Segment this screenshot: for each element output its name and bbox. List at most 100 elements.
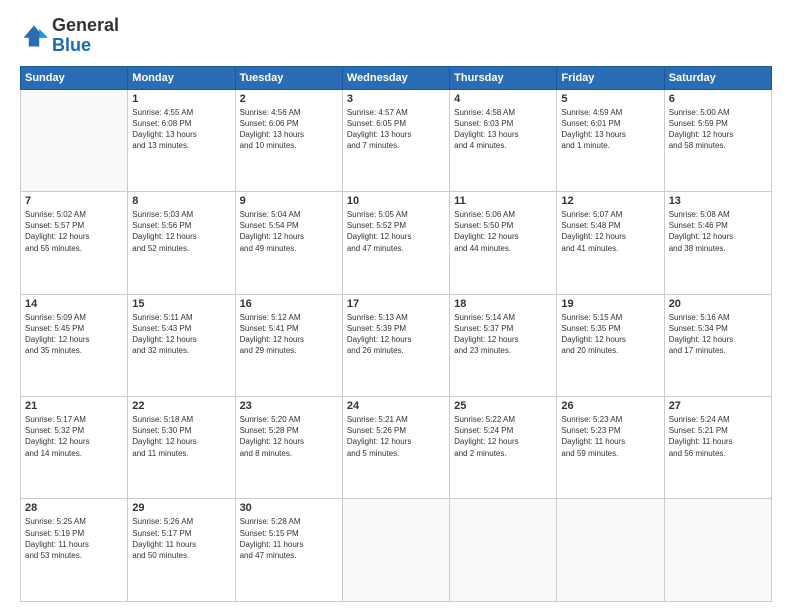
day-number: 8	[132, 195, 230, 207]
day-info: Sunrise: 5:21 AM Sunset: 5:26 PM Dayligh…	[347, 414, 445, 459]
day-number: 15	[132, 298, 230, 310]
day-number: 22	[132, 400, 230, 412]
day-info: Sunrise: 4:56 AM Sunset: 6:06 PM Dayligh…	[240, 107, 338, 152]
page: General Blue SundayMondayTuesdayWednesda…	[0, 0, 792, 612]
day-info: Sunrise: 5:11 AM Sunset: 5:43 PM Dayligh…	[132, 312, 230, 357]
calendar-cell: 19 Sunrise: 5:15 AM Sunset: 5:35 PM Dayli…	[557, 294, 664, 396]
day-number: 13	[669, 195, 767, 207]
calendar-cell: 24 Sunrise: 5:21 AM Sunset: 5:26 PM Dayli…	[342, 397, 449, 499]
calendar-cell: 9 Sunrise: 5:04 AM Sunset: 5:54 PM Daylig…	[235, 192, 342, 294]
day-info: Sunrise: 4:57 AM Sunset: 6:05 PM Dayligh…	[347, 107, 445, 152]
logo-text: General Blue	[52, 16, 119, 56]
week-row-4: 28 Sunrise: 5:25 AM Sunset: 5:19 PM Dayli…	[21, 499, 772, 602]
weekday-header-thursday: Thursday	[450, 66, 557, 89]
day-number: 9	[240, 195, 338, 207]
calendar-cell: 12 Sunrise: 5:07 AM Sunset: 5:48 PM Dayli…	[557, 192, 664, 294]
day-number: 17	[347, 298, 445, 310]
week-row-0: 1 Sunrise: 4:55 AM Sunset: 6:08 PM Daylig…	[21, 89, 772, 191]
calendar-cell: 2 Sunrise: 4:56 AM Sunset: 6:06 PM Daylig…	[235, 89, 342, 191]
day-number: 5	[561, 93, 659, 105]
day-number: 1	[132, 93, 230, 105]
calendar-cell	[664, 499, 771, 602]
day-number: 19	[561, 298, 659, 310]
day-number: 2	[240, 93, 338, 105]
day-info: Sunrise: 5:15 AM Sunset: 5:35 PM Dayligh…	[561, 312, 659, 357]
day-info: Sunrise: 5:20 AM Sunset: 5:28 PM Dayligh…	[240, 414, 338, 459]
day-info: Sunrise: 5:07 AM Sunset: 5:48 PM Dayligh…	[561, 209, 659, 254]
calendar-cell: 25 Sunrise: 5:22 AM Sunset: 5:24 PM Dayli…	[450, 397, 557, 499]
calendar-cell: 23 Sunrise: 5:20 AM Sunset: 5:28 PM Dayli…	[235, 397, 342, 499]
weekday-header-friday: Friday	[557, 66, 664, 89]
day-info: Sunrise: 5:13 AM Sunset: 5:39 PM Dayligh…	[347, 312, 445, 357]
day-number: 21	[25, 400, 123, 412]
day-number: 14	[25, 298, 123, 310]
day-number: 11	[454, 195, 552, 207]
day-info: Sunrise: 5:06 AM Sunset: 5:50 PM Dayligh…	[454, 209, 552, 254]
calendar-cell: 16 Sunrise: 5:12 AM Sunset: 5:41 PM Dayli…	[235, 294, 342, 396]
day-info: Sunrise: 5:28 AM Sunset: 5:15 PM Dayligh…	[240, 516, 338, 561]
day-number: 6	[669, 93, 767, 105]
day-number: 27	[669, 400, 767, 412]
day-info: Sunrise: 5:14 AM Sunset: 5:37 PM Dayligh…	[454, 312, 552, 357]
day-number: 24	[347, 400, 445, 412]
calendar-cell: 10Sunrise: 5:05 AM Sunset: 5:52 PM Dayli…	[342, 192, 449, 294]
calendar-cell: 15 Sunrise: 5:11 AM Sunset: 5:43 PM Dayli…	[128, 294, 235, 396]
logo-icon	[20, 22, 48, 50]
day-info: Sunrise: 5:16 AM Sunset: 5:34 PM Dayligh…	[669, 312, 767, 357]
calendar: SundayMondayTuesdayWednesdayThursdayFrid…	[20, 66, 772, 602]
day-number: 23	[240, 400, 338, 412]
day-number: 29	[132, 502, 230, 514]
calendar-cell: 22 Sunrise: 5:18 AM Sunset: 5:30 PM Dayli…	[128, 397, 235, 499]
day-info: Sunrise: 5:25 AM Sunset: 5:19 PM Dayligh…	[25, 516, 123, 561]
day-info: Sunrise: 5:24 AM Sunset: 5:21 PM Dayligh…	[669, 414, 767, 459]
calendar-cell: 11 Sunrise: 5:06 AM Sunset: 5:50 PM Dayli…	[450, 192, 557, 294]
calendar-cell: 14 Sunrise: 5:09 AM Sunset: 5:45 PM Dayli…	[21, 294, 128, 396]
calendar-cell: 30 Sunrise: 5:28 AM Sunset: 5:15 PM Dayli…	[235, 499, 342, 602]
day-number: 7	[25, 195, 123, 207]
day-number: 18	[454, 298, 552, 310]
day-info: Sunrise: 5:18 AM Sunset: 5:30 PM Dayligh…	[132, 414, 230, 459]
day-info: Sunrise: 5:02 AM Sunset: 5:57 PM Dayligh…	[25, 209, 123, 254]
calendar-cell	[21, 89, 128, 191]
day-info: Sunrise: 5:12 AM Sunset: 5:41 PM Dayligh…	[240, 312, 338, 357]
calendar-cell: 26Sunrise: 5:23 AM Sunset: 5:23 PM Dayli…	[557, 397, 664, 499]
weekday-header-sunday: Sunday	[21, 66, 128, 89]
calendar-cell: 21Sunrise: 5:17 AM Sunset: 5:32 PM Dayli…	[21, 397, 128, 499]
weekday-header-saturday: Saturday	[664, 66, 771, 89]
day-info: Sunrise: 5:26 AM Sunset: 5:17 PM Dayligh…	[132, 516, 230, 561]
calendar-cell: 28 Sunrise: 5:25 AM Sunset: 5:19 PM Dayli…	[21, 499, 128, 602]
calendar-cell: 17 Sunrise: 5:13 AM Sunset: 5:39 PM Dayli…	[342, 294, 449, 396]
day-number: 16	[240, 298, 338, 310]
day-info: Sunrise: 4:59 AM Sunset: 6:01 PM Dayligh…	[561, 107, 659, 152]
calendar-cell: 20Sunrise: 5:16 AM Sunset: 5:34 PM Dayli…	[664, 294, 771, 396]
calendar-cell: 3 Sunrise: 4:57 AM Sunset: 6:05 PM Daylig…	[342, 89, 449, 191]
day-info: Sunrise: 5:05 AM Sunset: 5:52 PM Dayligh…	[347, 209, 445, 254]
day-number: 28	[25, 502, 123, 514]
weekday-header-tuesday: Tuesday	[235, 66, 342, 89]
calendar-cell	[557, 499, 664, 602]
day-info: Sunrise: 5:22 AM Sunset: 5:24 PM Dayligh…	[454, 414, 552, 459]
day-info: Sunrise: 5:00 AM Sunset: 5:59 PM Dayligh…	[669, 107, 767, 152]
day-number: 12	[561, 195, 659, 207]
weekday-header-wednesday: Wednesday	[342, 66, 449, 89]
day-info: Sunrise: 5:09 AM Sunset: 5:45 PM Dayligh…	[25, 312, 123, 357]
day-info: Sunrise: 4:58 AM Sunset: 6:03 PM Dayligh…	[454, 107, 552, 152]
calendar-cell: 29 Sunrise: 5:26 AM Sunset: 5:17 PM Dayli…	[128, 499, 235, 602]
calendar-cell: 5 Sunrise: 4:59 AM Sunset: 6:01 PM Daylig…	[557, 89, 664, 191]
calendar-cell: 18 Sunrise: 5:14 AM Sunset: 5:37 PM Dayli…	[450, 294, 557, 396]
logo-blue: Blue	[52, 36, 119, 56]
calendar-cell: 6 Sunrise: 5:00 AM Sunset: 5:59 PM Daylig…	[664, 89, 771, 191]
calendar-cell: 7 Sunrise: 5:02 AM Sunset: 5:57 PM Daylig…	[21, 192, 128, 294]
weekday-header-monday: Monday	[128, 66, 235, 89]
day-info: Sunrise: 5:04 AM Sunset: 5:54 PM Dayligh…	[240, 209, 338, 254]
day-number: 25	[454, 400, 552, 412]
calendar-cell: 1 Sunrise: 4:55 AM Sunset: 6:08 PM Daylig…	[128, 89, 235, 191]
day-number: 3	[347, 93, 445, 105]
day-info: Sunrise: 4:55 AM Sunset: 6:08 PM Dayligh…	[132, 107, 230, 152]
calendar-cell: 8Sunrise: 5:03 AM Sunset: 5:56 PM Daylig…	[128, 192, 235, 294]
logo: General Blue	[20, 16, 119, 56]
day-number: 30	[240, 502, 338, 514]
day-info: Sunrise: 5:08 AM Sunset: 5:46 PM Dayligh…	[669, 209, 767, 254]
calendar-cell: 27 Sunrise: 5:24 AM Sunset: 5:21 PM Dayli…	[664, 397, 771, 499]
calendar-cell	[450, 499, 557, 602]
